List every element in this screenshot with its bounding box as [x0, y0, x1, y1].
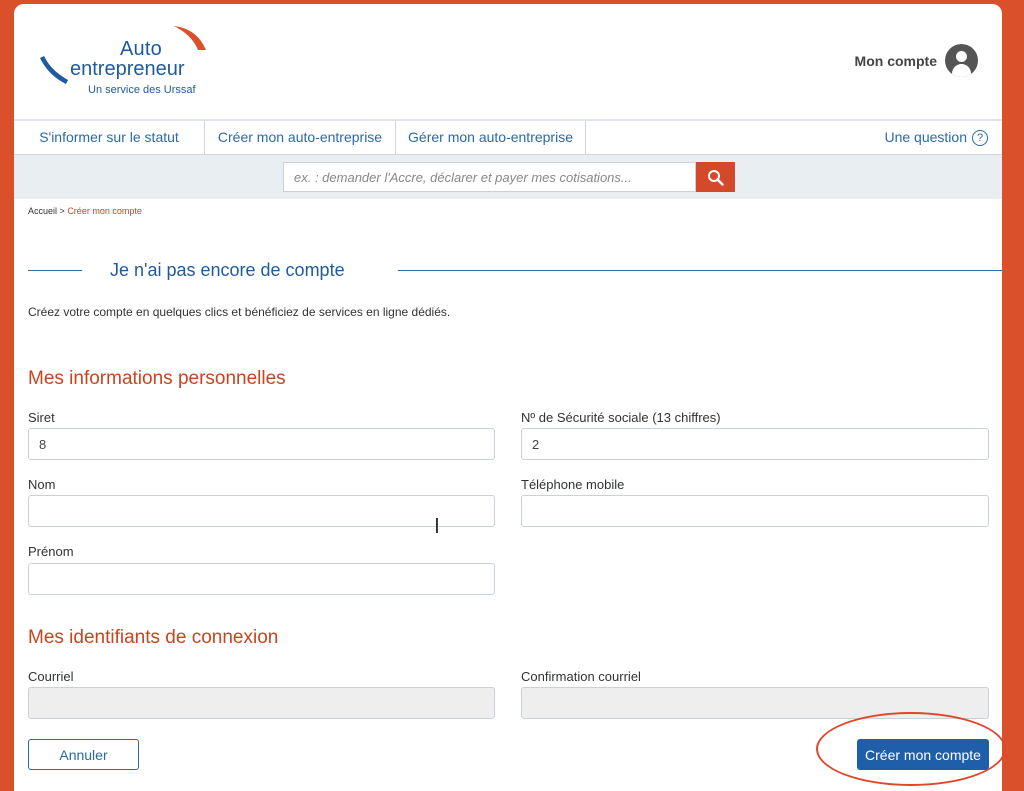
search-input[interactable]: [283, 162, 696, 192]
account-menu[interactable]: Mon compte: [855, 44, 978, 77]
site-header: Auto entrepreneur Un service des Urssaf …: [14, 4, 1002, 119]
nav-item-creer[interactable]: Créer mon auto-entreprise: [205, 121, 396, 154]
title-rule-right: [398, 270, 1002, 271]
page-frame: Auto entrepreneur Un service des Urssaf …: [14, 4, 1002, 791]
search-icon: [708, 170, 724, 186]
logo-line2: entrepreneur: [70, 58, 185, 80]
nav-item-gerer[interactable]: Gérer mon auto-entreprise: [396, 121, 586, 154]
title-rule-left: [28, 270, 82, 271]
breadcrumb-current: Créer mon compte: [67, 206, 142, 216]
breadcrumb-home[interactable]: Accueil: [28, 206, 57, 216]
text-cursor-icon: I: [434, 514, 440, 538]
personal-info-heading: Mes informations personnelles: [28, 368, 286, 389]
cancel-button[interactable]: Annuler: [28, 739, 139, 770]
nav-question-link[interactable]: Une question ?: [884, 121, 1002, 154]
main-nav: S'informer sur le statut Créer mon auto-…: [14, 119, 1002, 155]
nss-input[interactable]: [521, 428, 989, 460]
siret-label: Siret: [28, 410, 55, 425]
phone-input[interactable]: [521, 495, 989, 527]
phone-label: Téléphone mobile: [521, 477, 625, 492]
logo-tagline: Un service des Urssaf: [88, 84, 196, 96]
login-heading: Mes identifiants de connexion: [28, 627, 279, 648]
breadcrumb-separator: >: [59, 206, 65, 216]
email-label: Courriel: [28, 669, 74, 684]
user-circle-icon[interactable]: [945, 44, 978, 77]
prenom-input[interactable]: [28, 563, 495, 595]
intro-text: Créez votre compte en quelques clics et …: [28, 305, 451, 319]
auto-entrepreneur-logo[interactable]: Auto entrepreneur Un service des Urssaf: [38, 24, 238, 104]
page-title: Je n'ai pas encore de compte: [110, 260, 345, 280]
email-input[interactable]: [28, 687, 495, 719]
email-confirm-label: Confirmation courriel: [521, 669, 641, 684]
nss-label: Nº de Sécurité sociale (13 chiffres): [521, 410, 721, 425]
nom-input[interactable]: [28, 495, 495, 527]
search-button[interactable]: [696, 162, 735, 192]
nav-item-informer[interactable]: S'informer sur le statut: [14, 121, 205, 154]
prenom-label: Prénom: [28, 544, 74, 559]
siret-input[interactable]: [28, 428, 495, 460]
question-label[interactable]: Une question: [884, 121, 967, 154]
nom-label: Nom: [28, 477, 56, 492]
highlight-annotation: [816, 712, 1006, 786]
page-title-block: Je n'ai pas encore de compte: [28, 260, 1002, 280]
account-label[interactable]: Mon compte: [855, 53, 937, 69]
search-bar: [14, 155, 1002, 199]
breadcrumb: Accueil > Créer mon compte: [28, 206, 142, 216]
question-mark-icon[interactable]: ?: [972, 129, 988, 146]
